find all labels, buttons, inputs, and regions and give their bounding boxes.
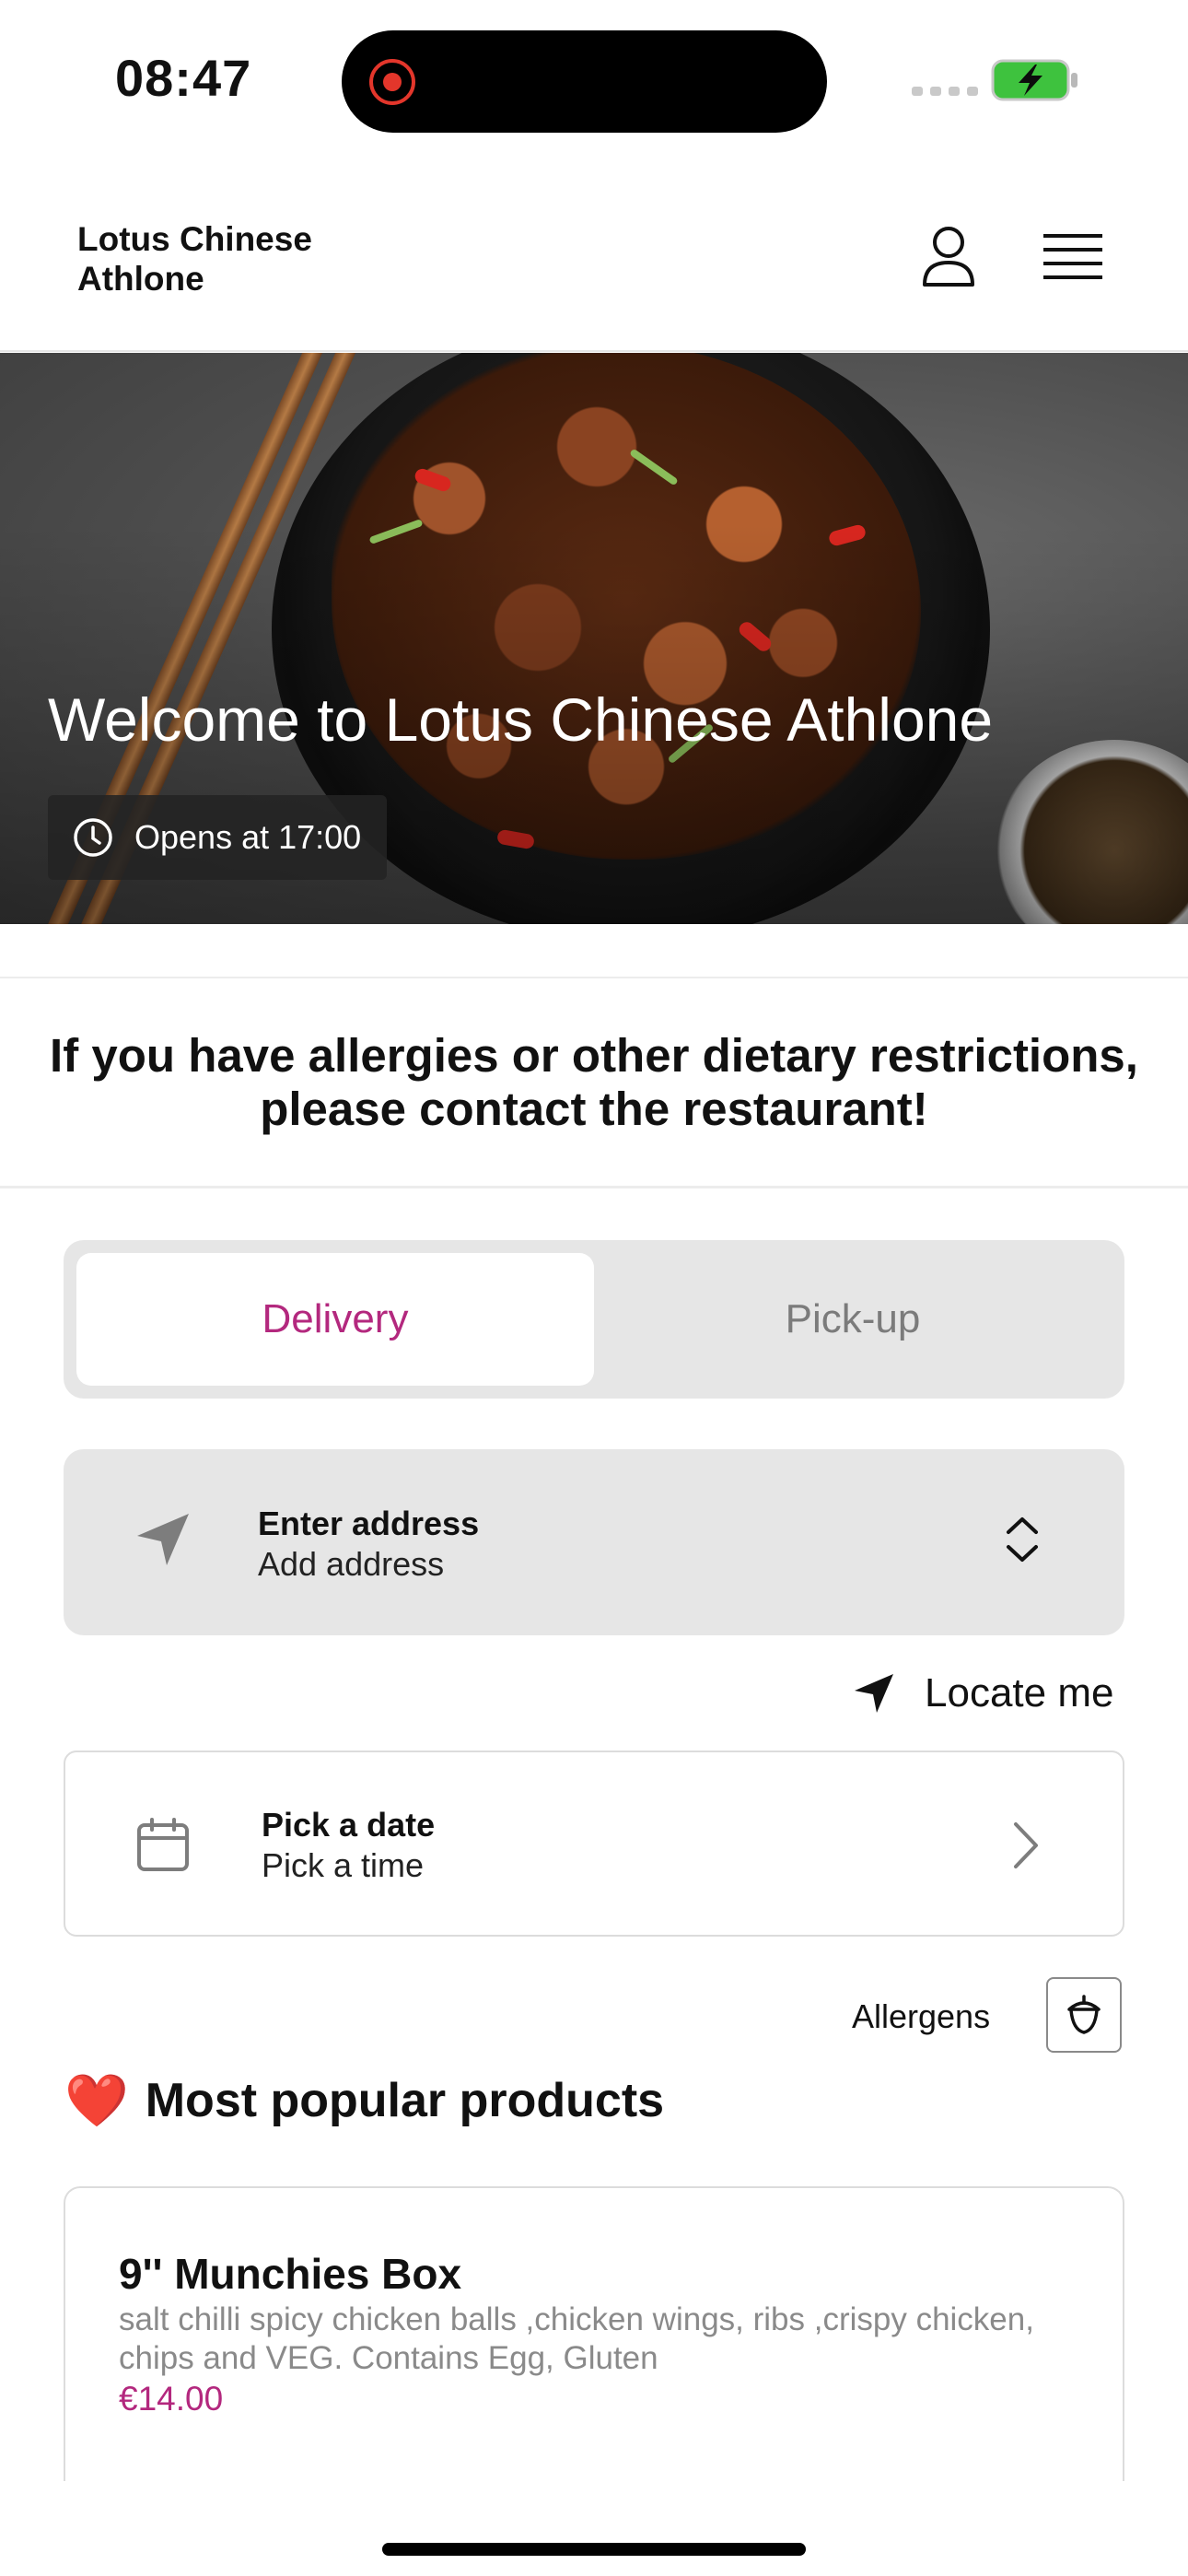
menu-button[interactable] (1036, 221, 1110, 295)
address-selector[interactable]: Enter address Add address (64, 1449, 1124, 1635)
restaurant-name[interactable]: Lotus Chinese Athlone (77, 219, 446, 299)
chevron-right-icon (1014, 1822, 1038, 1868)
section-title-text: Most popular products (145, 2074, 665, 2127)
order-mode-toggle: Delivery Pick-up (64, 1240, 1124, 1399)
locate-me-label: Locate me (925, 1670, 1114, 1715)
screen-recording-icon (369, 59, 415, 105)
menu-icon (1043, 234, 1102, 279)
user-icon (923, 227, 974, 287)
product-card[interactable]: 9'' Munchies Box salt chilli spicy chick… (64, 2186, 1124, 2481)
address-value: Add address (258, 1545, 445, 1583)
navigation-arrow-icon (137, 1514, 189, 1565)
product-name: 9'' Munchies Box (119, 2250, 462, 2298)
product-price: €14.00 (119, 2380, 224, 2418)
status-time: 08:47 (115, 49, 252, 107)
battery-charging-icon (991, 59, 1077, 101)
locate-me-button[interactable]: Locate me (853, 1666, 1113, 1721)
schedule-picker[interactable]: Pick a date Pick a time (64, 1751, 1124, 1937)
date-label: Pick a date (262, 1806, 436, 1844)
location-arrow-icon (855, 1674, 893, 1713)
app-header: Lotus Chinese Athlone (0, 193, 1188, 352)
acorn-icon (1067, 1995, 1101, 2034)
chevron-up-down-icon (1007, 1517, 1038, 1562)
allergens-label: Allergens (852, 1997, 991, 2035)
clock-icon (74, 818, 112, 857)
calendar-icon (137, 1818, 189, 1871)
tab-pickup[interactable]: Pick-up (594, 1253, 1112, 1386)
account-button[interactable] (912, 219, 985, 293)
tab-delivery[interactable]: Delivery (76, 1253, 594, 1386)
heart-icon: ❤️ (64, 2071, 129, 2129)
allergens-button[interactable] (1046, 1977, 1122, 2053)
welcome-title: Welcome to Lotus Chinese Athlone (48, 685, 994, 754)
status-bar: 08:47 (0, 0, 1188, 157)
dynamic-island (342, 30, 827, 133)
signal-icon (912, 87, 978, 96)
hero-banner: Welcome to Lotus Chinese Athlone Opens a… (0, 353, 1188, 924)
allergy-notice: If you have allergies or other dietary r… (0, 977, 1188, 1188)
time-label: Pick a time (262, 1846, 425, 1884)
address-label: Enter address (258, 1505, 480, 1542)
allergy-notice-text: If you have allergies or other dietary r… (50, 1028, 1138, 1135)
product-description: salt chilli spicy chicken balls ,chicken… (119, 2301, 1034, 2376)
opening-hours-badge: Opens at 17:00 (48, 795, 388, 880)
section-title: ❤️ Most popular products (64, 2073, 664, 2128)
home-indicator (382, 2543, 806, 2556)
opening-hours-text: Opens at 17:00 (134, 818, 362, 856)
